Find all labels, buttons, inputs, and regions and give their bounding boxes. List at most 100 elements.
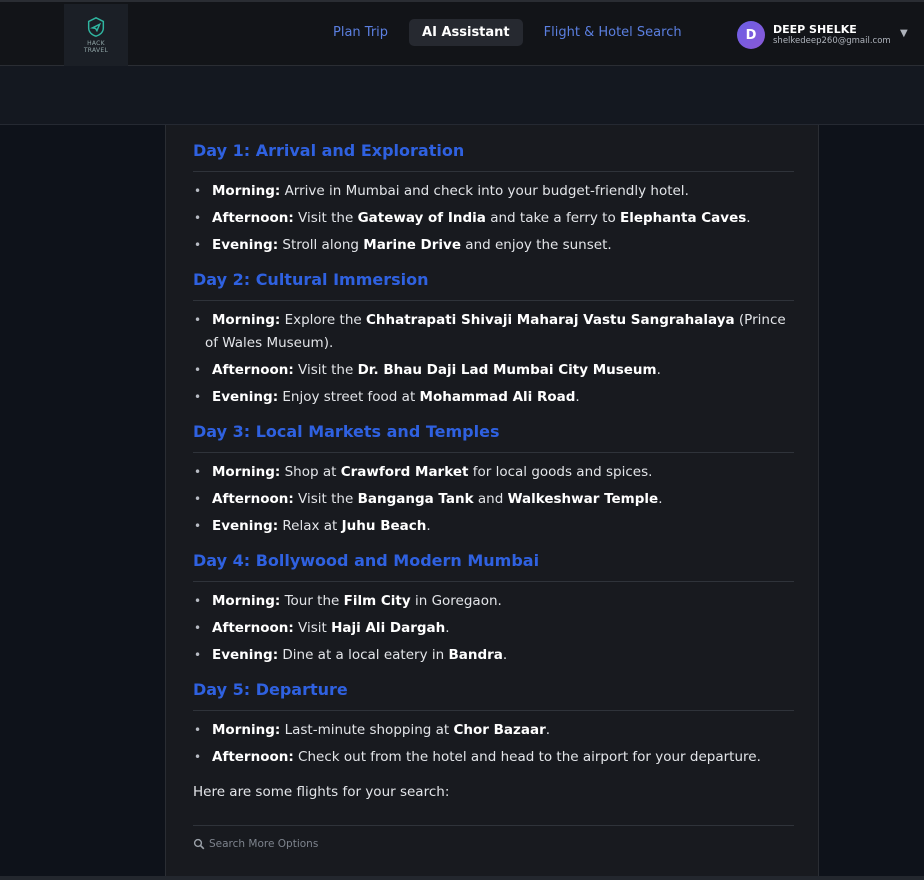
activity-highlight: Bandra xyxy=(448,647,503,663)
activity-item: Evening: Stroll along Marine Drive and e… xyxy=(193,234,794,257)
activity-item: Morning: Last-minute shopping at Chor Ba… xyxy=(193,719,794,742)
activity-text: . xyxy=(656,362,661,378)
day-title: Day 2: Cultural Immersion xyxy=(193,269,794,301)
chat-response-panel: Day 1: Arrival and Exploration Morning: A… xyxy=(165,125,819,880)
activity-highlight: Morning: xyxy=(212,464,281,480)
activity-text: Stroll along xyxy=(278,237,364,253)
activity-highlight: Chhatrapati Shivaji Maharaj Vastu Sangra… xyxy=(365,312,735,328)
activity-item: Afternoon: Visit the Gateway of India an… xyxy=(193,207,794,230)
activity-highlight: Marine Drive xyxy=(363,237,462,253)
day-title: Day 3: Local Markets and Temples xyxy=(193,421,794,453)
activity-highlight: Morning: xyxy=(212,593,281,609)
day-section: Day 4: Bollywood and Modern Mumbai Mornin… xyxy=(193,550,794,667)
activity-item: Morning: Arrive in Mumbai and check into… xyxy=(193,180,794,203)
activity-list: Morning: Tour the Film City in Goregaon.… xyxy=(193,590,794,667)
activity-highlight: Mohammad Ali Road xyxy=(419,389,576,405)
activity-text: . xyxy=(658,491,663,507)
main-nav: Plan Trip AI Assistant Flight & Hotel Se… xyxy=(320,19,703,46)
activity-text: Visit the xyxy=(293,210,358,226)
activity-highlight: Afternoon: xyxy=(212,362,294,378)
activity-item: Afternoon: Visit Haji Ali Dargah. xyxy=(193,617,794,640)
activity-highlight: Evening: xyxy=(212,647,279,663)
activity-text: . xyxy=(545,722,551,738)
activity-text: and take a ferry to xyxy=(485,210,621,226)
activity-highlight: Gateway of India xyxy=(357,210,486,226)
globe-plane-icon xyxy=(87,17,105,37)
sub-header xyxy=(0,66,924,125)
itinerary-content: Day 1: Arrival and Exploration Morning: A… xyxy=(193,140,794,850)
avatar[interactable]: D xyxy=(737,21,765,49)
activity-highlight: Banganga Tank xyxy=(357,491,474,507)
activity-highlight: Walkeshwar Temple xyxy=(507,491,659,507)
flights-intro: Here are some flights for your search: xyxy=(193,784,450,800)
day-title: Day 1: Arrival and Exploration xyxy=(193,140,794,172)
activity-highlight: Evening: xyxy=(212,389,279,405)
activity-highlight: Crawford Market xyxy=(340,464,469,480)
activity-item: Afternoon: Check out from the hotel and … xyxy=(193,746,794,769)
nav-flight-hotel-search[interactable]: Flight & Hotel Search xyxy=(531,19,695,46)
activity-highlight: Elephanta Caves xyxy=(620,210,747,226)
activity-text: . xyxy=(575,389,580,405)
activity-text: Relax at xyxy=(278,518,342,534)
activity-text: Enjoy street food at xyxy=(278,389,420,405)
activity-highlight: Afternoon: xyxy=(212,749,294,765)
activity-text: Visit the xyxy=(293,491,358,507)
day-section: Day 1: Arrival and Exploration Morning: A… xyxy=(193,140,794,257)
right-gutter xyxy=(819,125,924,880)
activity-text: Last-minute shopping at xyxy=(280,722,454,738)
activity-text: . xyxy=(445,620,450,636)
activity-list: Morning: Explore the Chhatrapati Shivaji… xyxy=(193,309,794,409)
activity-text: Check out from the hotel and head to the… xyxy=(293,749,761,765)
user-menu[interactable]: D DEEP SHELKE shelkedeep260@gmail.com xyxy=(737,21,891,49)
search-more-options-button[interactable]: Search More Options xyxy=(193,838,794,850)
day-section: Day 2: Cultural Immersion Morning: Explor… xyxy=(193,269,794,409)
activity-highlight: Evening: xyxy=(212,237,279,253)
activity-list: Morning: Last-minute shopping at Chor Ba… xyxy=(193,719,794,769)
activity-highlight: Evening: xyxy=(212,518,279,534)
activity-item: Evening: Enjoy street food at Mohammad A… xyxy=(193,386,794,409)
day-section: Day 5: Departure Morning: Last-minute sho… xyxy=(193,679,794,769)
hack-travel-logo[interactable]: HACK TRAVEL xyxy=(64,4,128,66)
user-info: DEEP SHELKE shelkedeep260@gmail.com xyxy=(773,23,891,47)
left-gutter xyxy=(0,125,165,880)
activity-item: Morning: Tour the Film City in Goregaon. xyxy=(193,590,794,613)
divider xyxy=(193,825,794,826)
activity-highlight: Haji Ali Dargah xyxy=(331,620,446,636)
nav-plan-trip[interactable]: Plan Trip xyxy=(320,19,401,46)
activity-highlight: Chor Bazaar xyxy=(453,722,546,738)
activity-text: Shop at xyxy=(280,464,341,480)
activity-text: Tour the xyxy=(280,593,344,609)
activity-text: . xyxy=(426,518,431,534)
activity-text: in Goregaon. xyxy=(410,593,502,609)
activity-text: for local goods and spices. xyxy=(468,464,653,480)
activity-list: Morning: Arrive in Mumbai and check into… xyxy=(193,180,794,257)
nav-ai-assistant[interactable]: AI Assistant xyxy=(409,19,523,46)
activity-highlight: Film City xyxy=(343,593,411,609)
activity-item: Morning: Explore the Chhatrapati Shivaji… xyxy=(193,309,794,355)
user-email: shelkedeep260@gmail.com xyxy=(773,36,891,46)
itinerary-days: Day 1: Arrival and Exploration Morning: A… xyxy=(193,140,794,769)
day-section: Day 3: Local Markets and Temples Morning:… xyxy=(193,421,794,538)
activity-item: Afternoon: Visit the Banganga Tank and W… xyxy=(193,488,794,511)
top-navbar: HACK TRAVEL Plan Trip AI Assistant Fligh… xyxy=(0,0,924,66)
activity-highlight: Dr. Bhau Daji Lad Mumbai City Museum xyxy=(357,362,657,378)
logo-text: HACK TRAVEL xyxy=(83,40,109,54)
activity-text: Dine at a local eatery in xyxy=(278,647,449,663)
activity-list: Morning: Shop at Crawford Market for loc… xyxy=(193,461,794,538)
user-name: DEEP SHELKE xyxy=(773,23,857,36)
search-icon xyxy=(193,838,205,850)
activity-text: Explore the xyxy=(280,312,366,328)
activity-highlight: Morning: xyxy=(212,722,281,738)
search-more-label: Search More Options xyxy=(209,838,319,850)
activity-item: Evening: Relax at Juhu Beach. xyxy=(193,515,794,538)
day-title: Day 5: Departure xyxy=(193,679,794,711)
activity-highlight: Afternoon: xyxy=(212,491,294,507)
activity-highlight: Afternoon: xyxy=(212,620,294,636)
day-title: Day 4: Bollywood and Modern Mumbai xyxy=(193,550,794,582)
activity-highlight: Morning: xyxy=(212,312,281,328)
chevron-down-icon[interactable]: ▼ xyxy=(900,28,908,39)
activity-text: Visit xyxy=(293,620,332,636)
activity-item: Evening: Dine at a local eatery in Bandr… xyxy=(193,644,794,667)
activity-highlight: Afternoon: xyxy=(212,210,294,226)
activity-text: . xyxy=(746,210,751,226)
